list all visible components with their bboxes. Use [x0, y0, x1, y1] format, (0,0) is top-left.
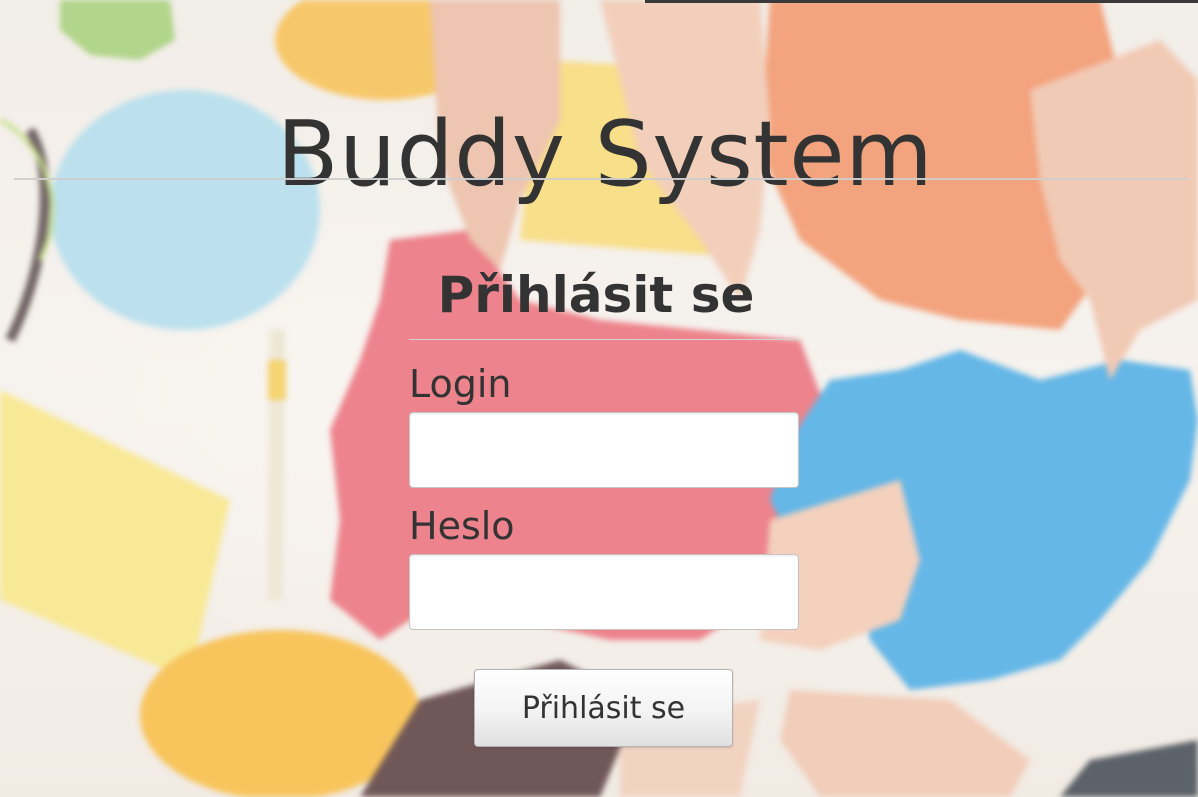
password-input[interactable]	[409, 554, 799, 630]
login-submit-button[interactable]: Přihlásit se	[474, 669, 733, 747]
password-label: Heslo	[409, 504, 515, 548]
app-title: Buddy System	[276, 102, 934, 208]
top-border-line	[645, 0, 1198, 3]
login-form: Přihlásit se Login Heslo	[409, 258, 800, 630]
login-label: Login	[409, 362, 512, 406]
login-input[interactable]	[409, 412, 799, 488]
heading-divider	[409, 339, 800, 340]
title-divider	[14, 178, 1188, 180]
login-heading: Přihlásit se	[437, 266, 755, 324]
